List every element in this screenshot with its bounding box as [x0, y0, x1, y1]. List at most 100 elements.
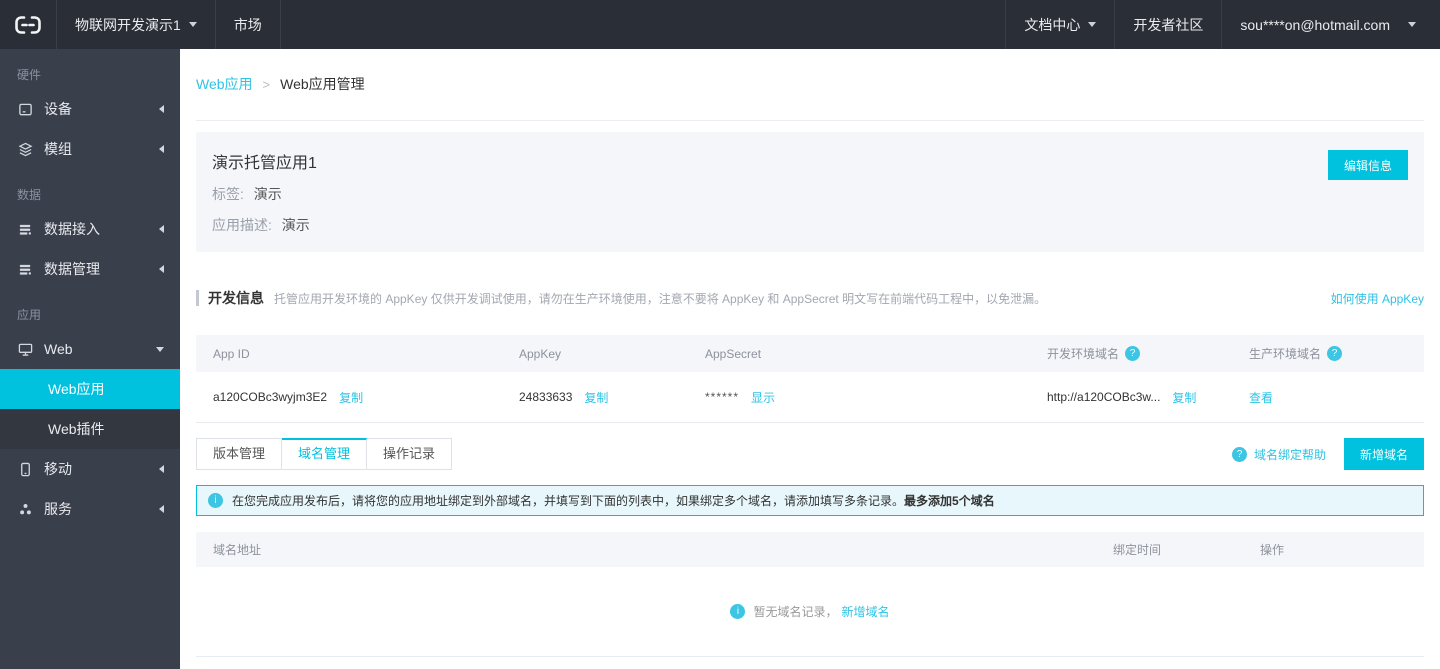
topbar: 物联网开发演示1 市场 文档中心 开发者社区 sou****on@hotmail… [0, 0, 1440, 49]
col-domain-address: 域名地址 [213, 543, 262, 557]
expand-arrow-icon [156, 346, 164, 352]
info-icon: i [730, 604, 746, 619]
section-label-app: 应用 [17, 308, 42, 322]
collapse-arrow-icon [159, 145, 164, 153]
topbar-right: 文档中心 开发者社区 sou****on@hotmail.com [1005, 0, 1440, 49]
sidebar-item-data-access[interactable]: 数据接入 [0, 209, 180, 249]
copy-dev-domain-link[interactable]: 复制 [1172, 389, 1196, 406]
dev-info-description: 托管应用开发环境的 AppKey 仅供开发调试使用，请勿在生产环境使用，注意不要… [274, 291, 1047, 306]
sidebar-item-service[interactable]: 服务 [0, 489, 180, 529]
col-dev-domain: 开发环境域名 ? [1047, 345, 1243, 362]
app-secret-cell: ****** 显示 [705, 389, 1047, 406]
device-icon [18, 102, 33, 117]
dev-domain-cell: http://a120COBc3w... 复制 [1047, 389, 1243, 406]
notice-bold: 最多添加5个域名 [904, 494, 995, 508]
col-bind-time: 绑定时间 [1113, 543, 1162, 557]
add-domain-button[interactable]: 新增域名 [1344, 438, 1424, 470]
notice-text: 在您完成应用发布后，请将您的应用地址绑定到外部域名，并填写到下面的列表中，如果绑… [232, 494, 995, 508]
app-key-cell: 24833633 复制 [519, 389, 705, 406]
tab-domain-manage[interactable]: 域名管理 [282, 438, 368, 470]
web-icon [18, 342, 33, 357]
add-domain-link[interactable]: 新增域名 [842, 603, 890, 620]
help-icon[interactable]: ? [1125, 346, 1141, 361]
sidebar-item-data-manage[interactable]: 数据管理 [0, 249, 180, 289]
col-prod-domain: 生产环境域名 ? [1243, 345, 1424, 362]
project-switcher[interactable]: 物联网开发演示1 [57, 0, 216, 49]
data-access-icon [18, 222, 33, 237]
accent-bar [196, 290, 199, 306]
col-app-key: AppKey [519, 346, 562, 361]
sidebar-subitem-web-plugin[interactable]: Web插件 [0, 409, 180, 449]
data-manage-icon [18, 262, 33, 277]
nav-community[interactable]: 开发者社区 [1114, 0, 1221, 49]
tab-operation-records[interactable]: 操作记录 [367, 438, 453, 470]
app-secret-value: ****** [705, 390, 740, 404]
dev-table-header: App ID AppKey AppSecret 开发环境域名 ? 生产环境域名 … [196, 335, 1424, 372]
breadcrumb: Web应用 > Web应用管理 [180, 49, 1440, 94]
sidebar-item-module[interactable]: 模组 [0, 129, 180, 169]
copy-app-key-link[interactable]: 复制 [584, 389, 608, 406]
sidebar-item-device[interactable]: 设备 [0, 89, 180, 129]
account-email: sou****on@hotmail.com [1240, 16, 1390, 33]
service-icon [18, 502, 33, 517]
view-prod-domain-link[interactable]: 查看 [1249, 389, 1273, 406]
tag-value: 演示 [253, 186, 282, 202]
account-menu[interactable]: sou****on@hotmail.com [1221, 0, 1440, 49]
tag-label: 标签: [212, 186, 244, 202]
notice-banner: i 在您完成应用发布后，请将您的应用地址绑定到外部域名，并填写到下面的列表中，如… [196, 485, 1424, 516]
edit-info-button[interactable]: 编辑信息 [1328, 150, 1408, 180]
empty-text: 暂无域名记录， [753, 605, 838, 619]
help-icon: ? [1231, 446, 1247, 462]
empty-state: i 暂无域名记录， 新增域名 [196, 567, 1424, 657]
app-title: 演示托管应用1 [212, 155, 317, 172]
chevron-down-icon [1088, 22, 1097, 27]
mobile-icon [18, 462, 33, 477]
sidebar: 硬件 设备 模组 数据 数据接入 数据管理 应用 Web Web应用 Web插件… [0, 49, 180, 669]
col-app-secret: AppSecret [705, 346, 762, 361]
domain-table-header: 域名地址 绑定时间 操作 [196, 532, 1424, 567]
dev-credentials-table: App ID AppKey AppSecret 开发环境域名 ? 生产环境域名 … [196, 335, 1424, 423]
prod-domain-cell: 查看 [1243, 389, 1424, 406]
sidebar-subitem-web-app[interactable]: Web应用 [0, 369, 180, 409]
copy-app-id-link[interactable]: 复制 [339, 389, 363, 406]
desc-label: 应用描述: [212, 217, 272, 233]
chevron-down-icon [1408, 22, 1416, 27]
help-icon[interactable]: ? [1327, 346, 1343, 361]
app-id-cell: a120COBc3wyjm3E2 复制 [196, 389, 519, 406]
col-actions: 操作 [1260, 543, 1285, 557]
main-content: Web应用 > Web应用管理 演示托管应用1 标签: 演示 应用描述: 演示 … [180, 49, 1440, 669]
collapse-arrow-icon [159, 105, 164, 113]
collapse-arrow-icon [159, 505, 164, 513]
header-divider [196, 120, 1424, 121]
module-icon [18, 142, 33, 157]
desc-value: 演示 [281, 217, 310, 233]
collapse-arrow-icon [159, 225, 164, 233]
info-icon: i [208, 493, 223, 508]
dev-info-section-header: 开发信息 托管应用开发环境的 AppKey 仅供开发调试使用，请勿在生产环境使用… [196, 288, 1424, 308]
dev-domain-value: http://a120COBc3w... [1047, 390, 1161, 404]
sidebar-item-mobile[interactable]: 移动 [0, 449, 180, 489]
app-id-value: a120COBc3wyjm3E2 [213, 390, 328, 404]
tab-version-manage[interactable]: 版本管理 [196, 438, 283, 470]
section-label-hardware: 硬件 [17, 68, 42, 82]
nav-docs-menu[interactable]: 文档中心 [1005, 0, 1114, 49]
app-tag-row: 标签: 演示 [212, 184, 1408, 204]
dev-info-title: 开发信息 [208, 290, 264, 306]
breadcrumb-current: Web应用管理 [280, 76, 365, 92]
collapse-arrow-icon [159, 265, 164, 273]
show-secret-link[interactable]: 显示 [751, 389, 775, 406]
app-desc-row: 应用描述: 演示 [212, 215, 1408, 235]
sidebar-item-web[interactable]: Web [0, 329, 180, 369]
alibaba-cloud-logo-icon[interactable] [0, 0, 57, 49]
breadcrumb-link-web-app[interactable]: Web应用 [196, 74, 253, 94]
nav-market[interactable]: 市场 [216, 0, 281, 49]
section-label-data: 数据 [17, 188, 42, 202]
domain-binding-help-link[interactable]: ? 域名绑定帮助 [1231, 446, 1326, 463]
howto-appkey-link[interactable]: 如何使用 AppKey [1331, 290, 1424, 307]
app-key-value: 24833633 [519, 390, 573, 404]
chevron-down-icon [188, 22, 197, 27]
tabs-bar: 版本管理 域名管理 操作记录 ? 域名绑定帮助 新增域名 [196, 438, 1424, 470]
col-app-id: App ID [213, 346, 250, 361]
breadcrumb-separator-icon: > [262, 76, 271, 92]
collapse-arrow-icon [159, 465, 164, 473]
